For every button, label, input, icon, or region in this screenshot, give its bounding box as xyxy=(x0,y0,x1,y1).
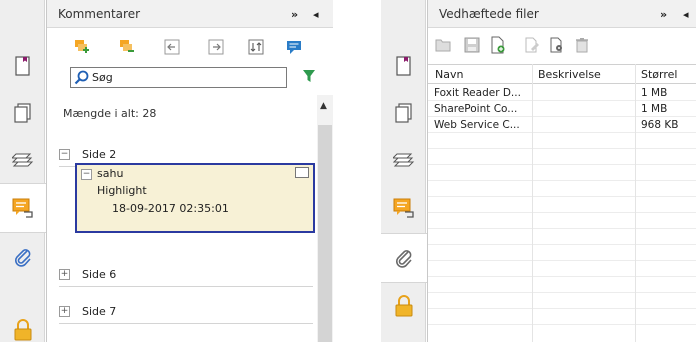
layers-icon[interactable] xyxy=(392,147,416,171)
sort-icon[interactable] xyxy=(244,36,268,58)
comments-icon[interactable] xyxy=(392,196,416,220)
empty-row xyxy=(428,277,696,293)
scroll-thumb[interactable] xyxy=(318,125,332,342)
empty-row xyxy=(428,197,696,213)
comments-content: Kommentarer » ◂ Søg Mængde i alt: 28 ▲ −… xyxy=(46,0,333,342)
attachment-name: Foxit Reader D... xyxy=(434,87,521,99)
export-comments-icon[interactable] xyxy=(204,36,228,58)
layers-icon[interactable] xyxy=(11,147,35,171)
attachment-size: 1 MB xyxy=(641,103,668,115)
collapse-toggle[interactable]: − xyxy=(59,149,70,160)
lock-icon[interactable] xyxy=(11,318,35,342)
empty-row xyxy=(428,213,696,229)
import-comments-icon[interactable] xyxy=(160,36,184,58)
comments-panel: Kommentarer » ◂ Søg Mængde i alt: 28 ▲ −… xyxy=(0,0,333,342)
attachment-size: 968 KB xyxy=(641,119,679,131)
column-header-size[interactable]: Størrel xyxy=(641,68,677,81)
open-attachment-icon[interactable] xyxy=(432,34,456,56)
comment-author: sahu xyxy=(97,167,124,180)
collapse-all-icon[interactable] xyxy=(115,36,139,58)
empty-row xyxy=(428,181,696,197)
table-row[interactable]: Web Service C... 968 KB xyxy=(428,117,696,133)
comment-type: Highlight xyxy=(97,184,147,197)
attachments-icon[interactable] xyxy=(11,245,35,269)
empty-row xyxy=(428,133,696,149)
comment-item-selected[interactable]: − sahu Highlight 18-09-2017 02:35:01 xyxy=(75,163,315,233)
comments-titlebar: Kommentarer » ◂ xyxy=(47,0,333,28)
lock-icon[interactable] xyxy=(392,294,416,318)
expand-panel-button[interactable]: » xyxy=(291,8,298,21)
save-attachment-icon[interactable] xyxy=(460,34,484,56)
empty-row xyxy=(428,149,696,165)
add-attachment-icon[interactable] xyxy=(486,34,510,56)
group-row-side-7[interactable]: + Side 7 xyxy=(59,300,313,324)
column-divider xyxy=(532,64,533,342)
table-row[interactable]: SharePoint Co... 1 MB xyxy=(428,101,696,117)
bookmark-icon[interactable] xyxy=(392,54,416,78)
attachment-name: Web Service C... xyxy=(434,119,520,131)
comments-toolbar xyxy=(47,36,333,60)
expand-toggle[interactable]: + xyxy=(59,306,70,317)
group-label: Side 6 xyxy=(82,268,117,281)
empty-row xyxy=(428,261,696,277)
attachments-content: Vedhæftede filer » ◂ Navn Beskrivelse St… xyxy=(427,0,696,342)
attachments-panel: Vedhæftede filer » ◂ Navn Beskrivelse St… xyxy=(381,0,696,342)
comment-summary-icon[interactable] xyxy=(282,36,306,58)
scrollbar[interactable]: ▲ xyxy=(317,95,333,342)
empty-row xyxy=(428,229,696,245)
table-row[interactable]: Foxit Reader D... 1 MB xyxy=(428,85,696,101)
empty-row xyxy=(428,165,696,181)
group-label: Side 7 xyxy=(82,305,117,318)
group-label: Side 2 xyxy=(82,148,117,161)
search-icon xyxy=(74,70,89,88)
comment-note-icon[interactable] xyxy=(295,167,309,178)
expand-all-icon[interactable] xyxy=(70,36,94,58)
panel-title: Vedhæftede filer xyxy=(439,7,539,21)
pages-icon[interactable] xyxy=(11,101,35,125)
attachment-name: SharePoint Co... xyxy=(434,103,518,115)
empty-row xyxy=(428,245,696,261)
collapse-panel-button[interactable]: ◂ xyxy=(313,8,319,21)
total-count: Mængde i alt: 28 xyxy=(63,107,157,120)
delete-attachment-icon[interactable] xyxy=(570,34,594,56)
scroll-up-icon[interactable]: ▲ xyxy=(320,101,327,111)
comment-timestamp: 18-09-2017 02:35:01 xyxy=(112,202,229,215)
comments-icon[interactable] xyxy=(11,196,35,220)
search-placeholder: Søg xyxy=(92,71,113,84)
attachments-titlebar: Vedhæftede filer » ◂ xyxy=(428,0,696,28)
pages-icon[interactable] xyxy=(392,101,416,125)
empty-row xyxy=(428,293,696,309)
attachments-toolbar xyxy=(428,34,696,58)
panel-title: Kommentarer xyxy=(58,7,141,21)
expand-panel-button[interactable]: » xyxy=(660,8,667,21)
navigation-sidebar xyxy=(381,0,427,342)
empty-row xyxy=(428,309,696,325)
bookmark-icon[interactable] xyxy=(11,54,35,78)
comment-collapse-toggle[interactable]: − xyxy=(81,169,92,180)
collapse-panel-button[interactable]: ◂ xyxy=(683,8,689,21)
filter-icon[interactable] xyxy=(302,69,316,87)
table-header: Navn Beskrivelse Størrel xyxy=(428,64,696,84)
column-header-description[interactable]: Beskrivelse xyxy=(538,68,601,81)
navigation-sidebar xyxy=(0,0,46,342)
column-divider xyxy=(635,64,636,342)
attachment-size: 1 MB xyxy=(641,87,668,99)
edit-description-icon[interactable] xyxy=(520,34,544,56)
column-header-name[interactable]: Navn xyxy=(435,68,463,81)
attachments-icon[interactable] xyxy=(392,246,416,270)
attachment-properties-icon[interactable] xyxy=(545,34,569,56)
group-row-side-6[interactable]: + Side 6 xyxy=(59,263,313,287)
expand-toggle[interactable]: + xyxy=(59,269,70,280)
search-input[interactable]: Søg xyxy=(70,67,287,88)
